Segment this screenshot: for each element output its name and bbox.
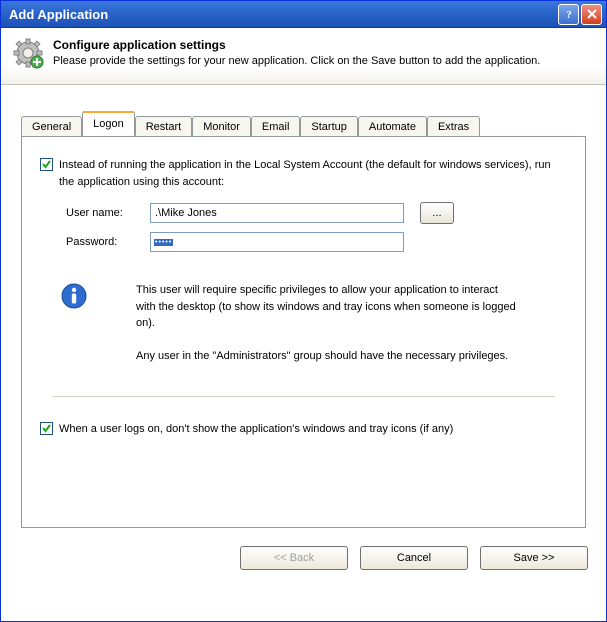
back-button[interactable]: << Back — [240, 546, 348, 570]
hide-windows-label: When a user logs on, don't show the appl… — [59, 421, 453, 438]
titlebar: Add Application ? — [0, 0, 607, 28]
window-title: Add Application — [9, 7, 556, 22]
cancel-button[interactable]: Cancel — [360, 546, 468, 570]
browse-user-button[interactable]: ... — [420, 202, 454, 224]
tab-automate[interactable]: Automate — [358, 116, 427, 137]
divider — [52, 396, 555, 397]
tab-logon[interactable]: Logon — [82, 111, 135, 136]
tab-restart[interactable]: Restart — [135, 116, 192, 137]
tab-monitor[interactable]: Monitor — [192, 116, 251, 137]
gear-icon — [13, 38, 45, 70]
svg-text:?: ? — [566, 9, 572, 20]
save-button[interactable]: Save >> — [480, 546, 588, 570]
username-input[interactable] — [150, 203, 404, 223]
run-as-user-checkbox[interactable] — [40, 158, 53, 171]
tabs-container: General Logon Restart Monitor Email Star… — [1, 85, 606, 528]
tab-row: General Logon Restart Monitor Email Star… — [21, 111, 586, 136]
password-mask: ••••• — [154, 239, 173, 246]
info-paragraph-2: Any user in the "Administrators" group s… — [136, 348, 516, 365]
tab-startup[interactable]: Startup — [300, 116, 357, 137]
username-label: User name: — [66, 207, 150, 219]
tab-email[interactable]: Email — [251, 116, 301, 137]
window-body: Configure application settings Please pr… — [0, 28, 607, 622]
info-icon — [60, 282, 88, 310]
tab-general[interactable]: General — [21, 116, 82, 137]
tab-extras[interactable]: Extras — [427, 116, 480, 137]
page-subtitle: Please provide the settings for your new… — [53, 55, 540, 67]
close-icon — [586, 8, 598, 20]
password-label: Password: — [66, 236, 150, 248]
page-title: Configure application settings — [53, 38, 540, 52]
wizard-header: Configure application settings Please pr… — [1, 28, 606, 85]
question-mark-icon: ? — [563, 8, 575, 20]
close-button[interactable] — [581, 4, 602, 25]
checkmark-icon — [41, 423, 52, 434]
info-text: This user will require specific privileg… — [136, 282, 516, 380]
help-button[interactable]: ? — [558, 4, 579, 25]
info-paragraph-1: This user will require specific privileg… — [136, 282, 516, 332]
checkmark-icon — [41, 159, 52, 170]
tab-panel-logon: Instead of running the application in th… — [21, 136, 586, 528]
run-as-user-label: Instead of running the application in th… — [59, 157, 567, 190]
hide-windows-checkbox[interactable] — [40, 422, 53, 435]
wizard-button-row: << Back Cancel Save >> — [1, 542, 606, 570]
password-input[interactable]: ••••• — [150, 232, 404, 252]
